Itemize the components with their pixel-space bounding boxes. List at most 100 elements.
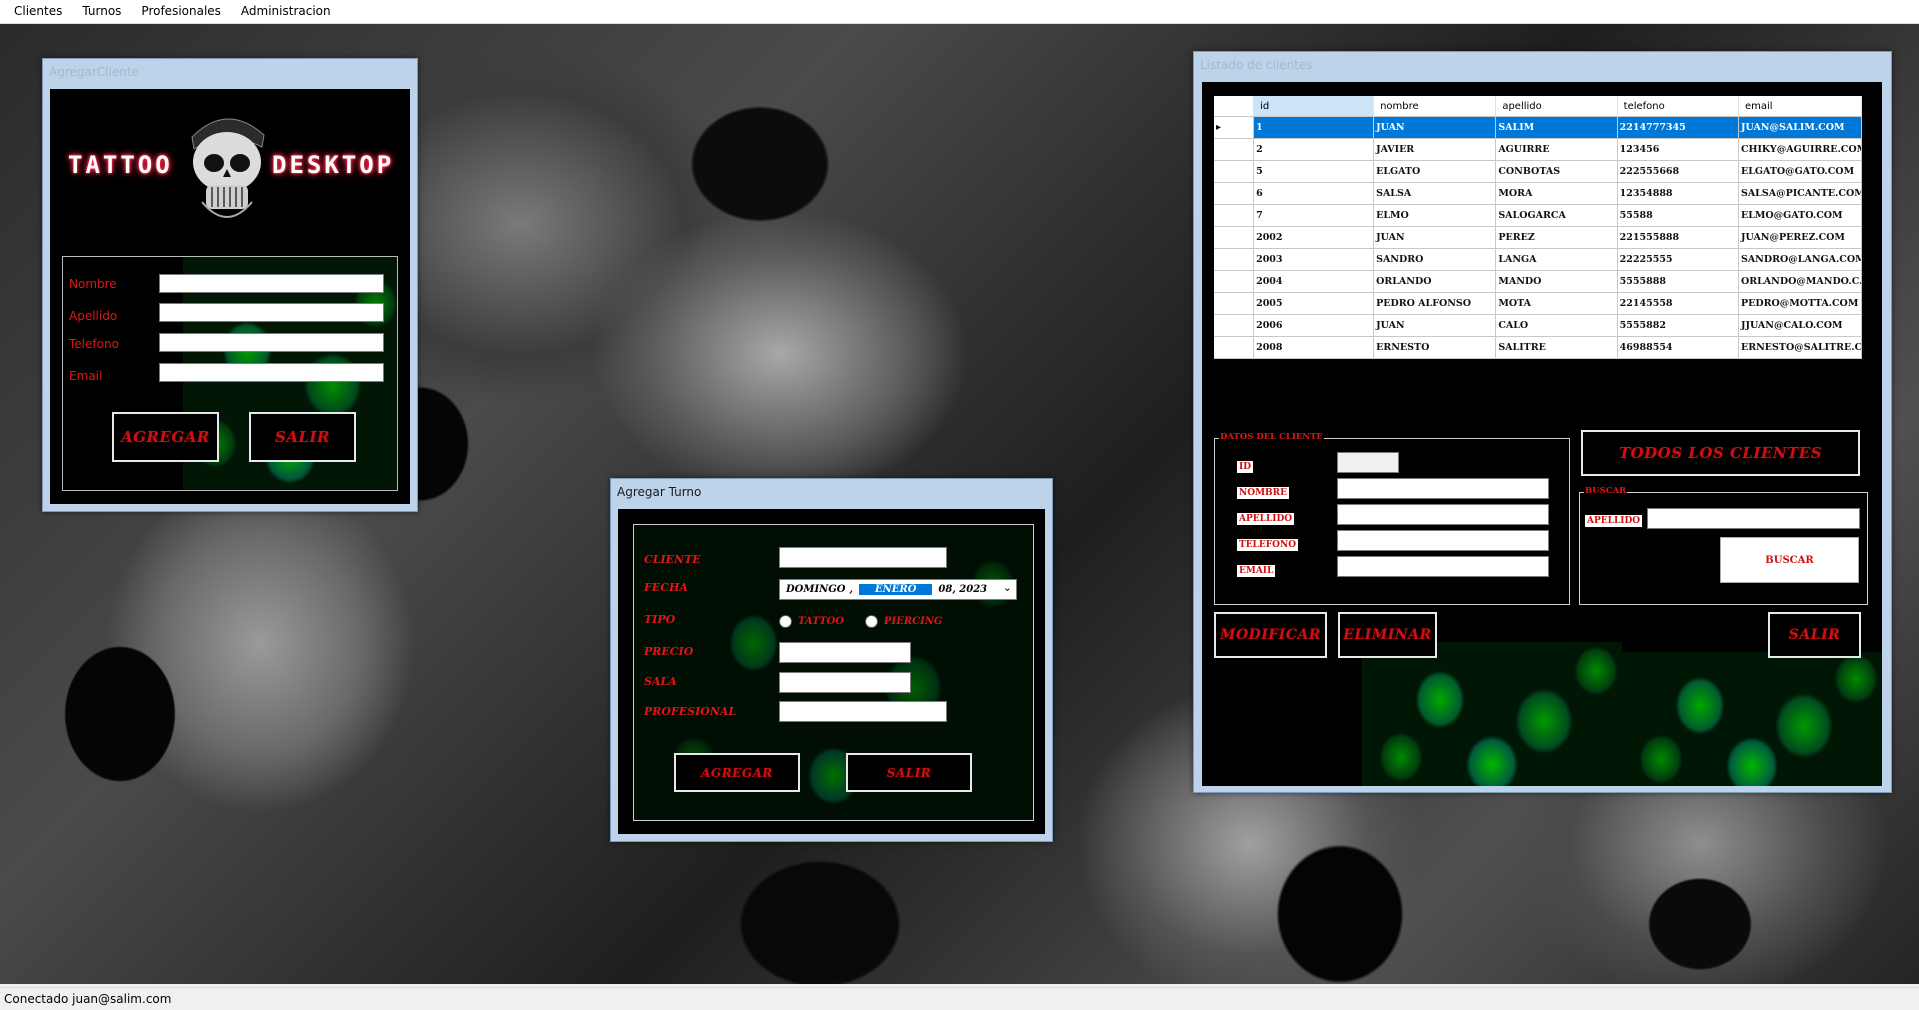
table-cell-email[interactable]: ORLANDO@MANDO.C... [1738, 270, 1863, 293]
salir-listado-button[interactable]: SALIR [1768, 612, 1861, 658]
table-cell-telefono[interactable]: 2214777345 [1617, 116, 1739, 139]
apellido-field[interactable] [159, 303, 384, 322]
column-header-id[interactable]: id [1253, 96, 1375, 117]
buscar-apellido-field[interactable] [1647, 508, 1860, 529]
tipo-piercing-radio[interactable]: PIERCING [865, 615, 942, 628]
table-cell-apellido[interactable]: SALIM [1495, 116, 1618, 139]
table-cell-telefono[interactable]: 22145558 [1617, 292, 1739, 315]
row-header[interactable] [1214, 270, 1255, 293]
table-cell-telefono[interactable]: 123456 [1617, 138, 1739, 161]
row-header[interactable] [1214, 204, 1255, 227]
table-cell-apellido[interactable]: MOTA [1495, 292, 1618, 315]
table-cell-apellido[interactable]: MORA [1495, 182, 1618, 205]
table-cell-email[interactable]: JUAN@SALIM.COM [1738, 116, 1863, 139]
email-field[interactable] [1337, 556, 1549, 577]
table-cell-nombre[interactable]: SALSA [1373, 182, 1497, 205]
table-cell-apellido[interactable]: PEREZ [1495, 226, 1618, 249]
table-cell-apellido[interactable]: AGUIRRE [1495, 138, 1618, 161]
eliminar-button[interactable]: ELIMINAR [1338, 612, 1437, 658]
buscar-button[interactable]: BUSCAR [1720, 537, 1859, 583]
table-cell-apellido[interactable]: SALITRE [1495, 336, 1618, 359]
table-cell-id[interactable]: 6 [1253, 182, 1375, 205]
cliente-field[interactable] [779, 547, 947, 568]
column-header-nombre[interactable]: nombre [1373, 96, 1497, 117]
table-row[interactable]: 6 SALSA MORA 12354888 SALSA@PICANTE.COM [1214, 182, 1863, 205]
apellido-field[interactable] [1337, 504, 1549, 525]
table-cell-id[interactable]: 1 [1253, 116, 1375, 139]
row-header[interactable] [1214, 182, 1255, 205]
table-row[interactable]: 2006 JUAN CALO 5555882 JJUAN@CALO.COM [1214, 314, 1863, 337]
row-header[interactable] [1214, 292, 1255, 315]
table-cell-id[interactable]: 5 [1253, 160, 1375, 183]
menu-profesionales[interactable]: Profesionales [131, 0, 231, 23]
table-cell-apellido[interactable]: SALOGARCA [1495, 204, 1618, 227]
table-cell-id[interactable]: 2008 [1253, 336, 1375, 359]
table-cell-email[interactable]: ELGATO@GATO.COM [1738, 160, 1863, 183]
table-cell-id[interactable]: 2005 [1253, 292, 1375, 315]
column-header-telefono[interactable]: telefono [1617, 96, 1739, 117]
table-cell-email[interactable]: PEDRO@MOTTA.COM [1738, 292, 1863, 315]
table-cell-telefono[interactable]: 46988554 [1617, 336, 1739, 359]
table-cell-telefono[interactable]: 221555888 [1617, 226, 1739, 249]
table-row[interactable]: ▸ 1 JUAN SALIM 2214777345 JUAN@SALIM.COM [1214, 116, 1863, 139]
table-cell-nombre[interactable]: ELGATO [1373, 160, 1497, 183]
table-row[interactable]: 5 ELGATO CONBOTAS 222555668 ELGATO@GATO.COM [1214, 160, 1863, 183]
row-header[interactable] [1214, 226, 1255, 249]
clientes-grid[interactable]: id nombre apellido telefono email ▸ 1 JUAN… [1214, 96, 1863, 359]
profesional-field[interactable] [779, 701, 947, 722]
table-cell-nombre[interactable]: SANDRO [1373, 248, 1497, 271]
agregar-turno-button[interactable]: AGREGAR [674, 753, 800, 792]
agregar-button[interactable]: AGREGAR [112, 412, 219, 462]
column-header-apellido[interactable]: apellido [1495, 96, 1618, 117]
table-cell-nombre[interactable]: PEDRO ALFONSO [1373, 292, 1497, 315]
table-cell-email[interactable]: JUAN@PEREZ.COM [1738, 226, 1863, 249]
table-cell-id[interactable]: 2 [1253, 138, 1375, 161]
table-cell-nombre[interactable]: JUAN [1373, 314, 1497, 337]
table-cell-id[interactable]: 2006 [1253, 314, 1375, 337]
table-cell-telefono[interactable]: 12354888 [1617, 182, 1739, 205]
table-row[interactable]: 2003 SANDRO LANGA 22225555 SANDRO@LANGA.COM [1214, 248, 1863, 271]
table-cell-email[interactable]: SANDRO@LANGA.COM [1738, 248, 1863, 271]
email-field[interactable] [159, 363, 384, 382]
todos-los-clientes-button[interactable]: TODOS LOS CLIENTES [1581, 430, 1860, 476]
fecha-date-picker[interactable]: DOMINGO , ENERO 08, 2023 ⌄ [779, 579, 1017, 600]
table-cell-apellido[interactable]: CONBOTAS [1495, 160, 1618, 183]
table-cell-email[interactable]: SALSA@PICANTE.COM [1738, 182, 1863, 205]
nombre-field[interactable] [159, 274, 384, 293]
precio-field[interactable] [779, 642, 911, 663]
menu-administracion[interactable]: Administracion [231, 0, 341, 23]
table-cell-nombre[interactable]: ERNESTO [1373, 336, 1497, 359]
menu-clientes[interactable]: Clientes [0, 0, 72, 23]
table-cell-nombre[interactable]: JUAN [1373, 226, 1497, 249]
menu-turnos[interactable]: Turnos [72, 0, 131, 23]
column-header-email[interactable]: email [1738, 96, 1863, 117]
nombre-field[interactable] [1337, 478, 1549, 499]
table-cell-nombre[interactable]: ORLANDO [1373, 270, 1497, 293]
table-cell-nombre[interactable]: JUAN [1373, 116, 1497, 139]
table-cell-id[interactable]: 2002 [1253, 226, 1375, 249]
table-cell-email[interactable]: ERNESTO@SALITRE.C... [1738, 336, 1863, 359]
chevron-down-icon[interactable]: ⌄ [1003, 581, 1012, 594]
table-cell-apellido[interactable]: CALO [1495, 314, 1618, 337]
table-cell-nombre[interactable]: JAVIER [1373, 138, 1497, 161]
row-header[interactable] [1214, 248, 1255, 271]
row-header[interactable]: ▸ [1214, 116, 1255, 139]
telefono-field[interactable] [159, 333, 384, 352]
table-cell-telefono[interactable]: 5555888 [1617, 270, 1739, 293]
row-header[interactable] [1214, 336, 1255, 359]
table-row[interactable]: 2 JAVIER AGUIRRE 123456 CHIKY@AGUIRRE.COM [1214, 138, 1863, 161]
table-row[interactable]: 2008 ERNESTO SALITRE 46988554 ERNESTO@SALITR… [1214, 336, 1863, 359]
table-row[interactable]: 7 ELMO SALOGARCA 55588 ELMO@GATO.COM [1214, 204, 1863, 227]
salir-turno-button[interactable]: SALIR [846, 753, 972, 792]
table-cell-id[interactable]: 7 [1253, 204, 1375, 227]
table-cell-id[interactable]: 2003 [1253, 248, 1375, 271]
table-cell-id[interactable]: 2004 [1253, 270, 1375, 293]
row-header[interactable] [1214, 138, 1255, 161]
table-cell-nombre[interactable]: ELMO [1373, 204, 1497, 227]
sala-field[interactable] [779, 672, 911, 693]
table-cell-apellido[interactable]: MANDO [1495, 270, 1618, 293]
row-header[interactable] [1214, 314, 1255, 337]
table-cell-telefono[interactable]: 222555668 [1617, 160, 1739, 183]
table-cell-telefono[interactable]: 5555882 [1617, 314, 1739, 337]
table-cell-email[interactable]: JJUAN@CALO.COM [1738, 314, 1863, 337]
